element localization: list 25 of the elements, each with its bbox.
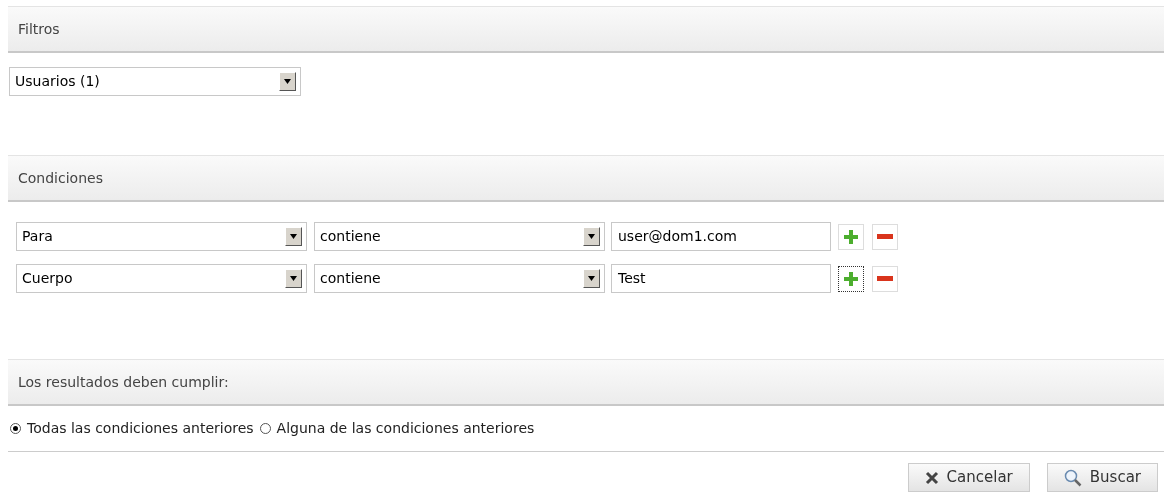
section-title: Los resultados deben cumplir: bbox=[18, 372, 229, 392]
section-title: Filtros bbox=[18, 19, 60, 39]
remove-button[interactable] bbox=[872, 223, 898, 250]
minus-icon bbox=[877, 276, 893, 281]
cancel-button[interactable]: Cancelar bbox=[907, 463, 1030, 492]
dropdown[interactable]: contiene bbox=[314, 264, 605, 293]
minus-icon bbox=[877, 234, 893, 239]
radio-option[interactable]: Alguna de las condiciones anteriores bbox=[259, 418, 535, 439]
plus-icon bbox=[844, 229, 858, 244]
remove-button[interactable] bbox=[872, 265, 898, 292]
radio-button[interactable] bbox=[10, 423, 21, 434]
radio-option[interactable]: Todas las condiciones anteriores bbox=[10, 418, 254, 439]
search-icon bbox=[1063, 468, 1082, 487]
radio-button[interactable] bbox=[259, 423, 271, 434]
dropdown[interactable]: Para bbox=[16, 222, 307, 251]
add-button[interactable] bbox=[838, 265, 864, 292]
dropdown[interactable]: Usuarios (1) bbox=[9, 67, 301, 96]
close-icon bbox=[924, 470, 939, 485]
search-button[interactable]: Buscar bbox=[1046, 463, 1158, 492]
dropdown[interactable]: Cuerpo bbox=[16, 264, 307, 293]
input-field[interactable]: Test bbox=[611, 264, 831, 293]
dropdown[interactable]: contiene bbox=[314, 222, 605, 251]
plus-icon bbox=[844, 271, 858, 286]
input-field[interactable]: user@dom1.com bbox=[611, 222, 831, 251]
section-title: Condiciones bbox=[18, 168, 103, 188]
